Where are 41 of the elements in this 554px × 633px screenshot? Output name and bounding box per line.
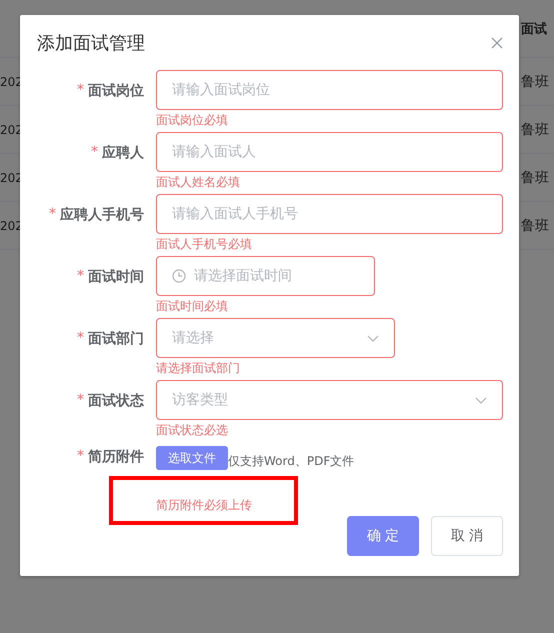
input-field[interactable]: 请输入面试人 (156, 132, 503, 172)
close-icon[interactable] (491, 37, 503, 49)
input-field[interactable]: 请输入面试人手机号 (156, 194, 503, 234)
file-hint: 仅支持Word、PDF文件 (228, 453, 354, 470)
input-field[interactable]: 请输入面试岗位 (156, 70, 503, 110)
table-cell-text: 鲁班 (521, 72, 550, 90)
error-message: 面试时间必填 (156, 298, 229, 315)
select-field[interactable]: 请选择 (156, 318, 395, 358)
required-mark: * (77, 268, 84, 284)
choose-file-button[interactable]: 选取文件 (156, 446, 228, 470)
select-field[interactable]: 访客类型 (156, 380, 503, 420)
required-mark: * (77, 330, 84, 346)
field-label: 简历附件 (88, 448, 144, 466)
chevron-down-icon (475, 396, 487, 404)
clock-icon (172, 269, 186, 283)
field-label: 面试状态 (88, 392, 144, 410)
cancel-button[interactable]: 取 消 (431, 516, 503, 556)
confirm-button[interactable]: 确 定 (347, 516, 419, 556)
field-label: 应聘人 (102, 144, 144, 162)
field-label: 面试岗位 (88, 82, 144, 100)
error-message: 面试人姓名必填 (156, 174, 241, 191)
error-message: 面试人手机号必填 (156, 236, 253, 253)
field-label: 面试部门 (88, 330, 144, 348)
field-label: 面试时间 (88, 268, 144, 286)
chevron-down-icon (367, 334, 379, 342)
table-cell-text: 鲁班 (521, 168, 550, 186)
error-message: 简历附件必须上传 (156, 498, 252, 512)
dialog-title: 添加面试管理 (37, 32, 145, 55)
time-field[interactable]: 请选择面试时间 (156, 256, 375, 296)
required-mark: * (91, 144, 98, 160)
required-mark: * (77, 82, 84, 98)
required-mark: * (49, 206, 56, 222)
table-cell-text: 鲁班 (521, 120, 550, 138)
error-message: 面试岗位必填 (156, 112, 229, 129)
column-header: 面试 (521, 20, 548, 38)
table-cell-text: 鲁班 (521, 216, 550, 234)
error-message: 面试状态必选 (156, 422, 229, 439)
required-mark: * (77, 448, 84, 464)
field-label: 应聘人手机号 (60, 206, 144, 224)
error-message: 请选择面试部门 (156, 360, 241, 377)
required-mark: * (77, 392, 84, 408)
